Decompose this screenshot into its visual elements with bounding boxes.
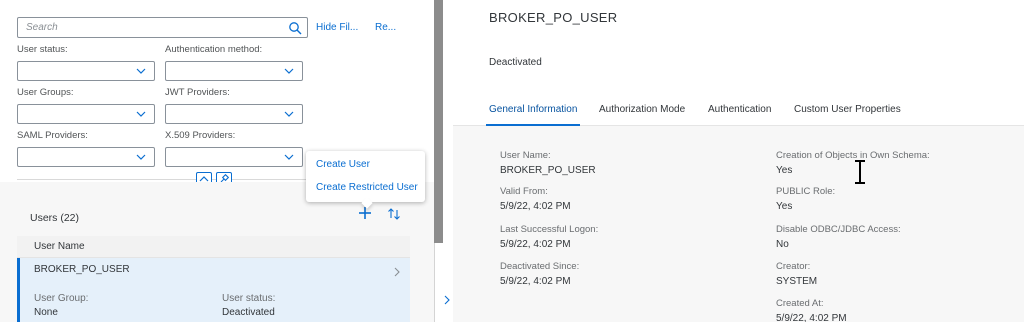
- authentication-method-select[interactable]: [165, 61, 303, 81]
- tab-authentication[interactable]: Authentication: [708, 104, 771, 115]
- search-input[interactable]: Search: [17, 17, 308, 38]
- chevron-down-icon: [136, 154, 146, 160]
- public-role-field: PUBLIC Role: Yes: [776, 186, 836, 212]
- chevron-down-icon: [284, 154, 294, 160]
- row-user-name: BROKER_PO_USER: [34, 264, 130, 275]
- saml-providers-select[interactable]: [17, 147, 155, 167]
- chevron-down-icon: [136, 111, 146, 117]
- users-list-title: Users (22): [30, 212, 80, 224]
- filter-label-x509-providers: X.509 Providers:: [165, 130, 236, 141]
- hide-filters-link[interactable]: Hide Fil...: [316, 22, 358, 33]
- tab-general-information[interactable]: General Information: [489, 104, 577, 115]
- chevron-down-icon: [136, 68, 146, 74]
- filter-label-saml-providers: SAML Providers:: [17, 130, 88, 141]
- jwt-providers-select[interactable]: [165, 104, 303, 124]
- create-user-menu-item[interactable]: Create User: [316, 159, 370, 170]
- detail-panel: BROKER_PO_USER Deactivated General Infor…: [453, 0, 1024, 322]
- row-user-group-label: User Group:: [34, 293, 89, 304]
- user-name-field: User Name: BROKER_PO_USER: [500, 150, 596, 176]
- chevron-down-icon: [284, 111, 294, 117]
- valid-from-field: Valid From: 5/9/22, 4:02 PM: [500, 186, 571, 212]
- table-row[interactable]: BROKER_PO_USER User Group: None User sta…: [17, 258, 410, 322]
- created-at-field: Created At: 5/9/22, 4:02 PM: [776, 298, 847, 322]
- row-user-status-value: Deactivated: [222, 307, 275, 318]
- last-successful-logon-field: Last Successful Logon: 5/9/22, 4:02 PM: [500, 224, 599, 250]
- deactivated-since-field: Deactivated Since: 5/9/22, 4:02 PM: [500, 261, 580, 287]
- search-placeholder: Search: [26, 22, 58, 33]
- create-restricted-user-menu-item[interactable]: Create Restricted User: [316, 182, 418, 193]
- text-cursor-icon: [855, 160, 865, 184]
- chevron-down-icon: [284, 68, 294, 74]
- x509-providers-select[interactable]: [165, 147, 303, 167]
- restore-link[interactable]: Re...: [375, 22, 396, 33]
- chevron-right-icon: [394, 267, 400, 277]
- filter-label-user-status: User status:: [17, 44, 68, 55]
- filter-label-user-groups: User Groups:: [17, 87, 74, 98]
- sort-icon[interactable]: [387, 207, 401, 221]
- tab-authorization-mode[interactable]: Authorization Mode: [599, 104, 685, 115]
- plus-icon[interactable]: [358, 206, 372, 220]
- filter-label-authentication-method: Authentication method:: [165, 44, 263, 55]
- master-panel: Search Hide Fil... Re... User status: Au…: [0, 0, 434, 322]
- user-name-column-header[interactable]: User Name: [17, 236, 410, 258]
- user-groups-select[interactable]: [17, 104, 155, 124]
- user-status-select[interactable]: [17, 61, 155, 81]
- search-icon[interactable]: [288, 21, 302, 35]
- create-user-menu: Create User Create Restricted User: [306, 151, 425, 209]
- row-selection-indicator: [17, 258, 20, 322]
- filter-label-jwt-providers: JWT Providers:: [165, 87, 230, 98]
- column-header-label: User Name: [34, 241, 85, 252]
- disable-odbc-jdbc-field: Disable ODBC/JDBC Access: No: [776, 224, 901, 250]
- general-information-section: User Name: BROKER_PO_USER Valid From: 5/…: [453, 126, 1024, 322]
- tab-bar: General Information Authorization Mode A…: [453, 96, 1024, 126]
- page-title: BROKER_PO_USER: [489, 10, 618, 25]
- creator-field: Creator: SYSTEM: [776, 261, 818, 287]
- splitter-bar[interactable]: [434, 0, 443, 243]
- row-user-status-label: User status:: [222, 293, 276, 304]
- splitter-lower: [434, 243, 443, 322]
- status-badge: Deactivated: [489, 57, 542, 68]
- row-user-group-value: None: [34, 307, 58, 318]
- chevron-right-icon[interactable]: [444, 295, 450, 305]
- tab-custom-user-properties[interactable]: Custom User Properties: [794, 104, 901, 115]
